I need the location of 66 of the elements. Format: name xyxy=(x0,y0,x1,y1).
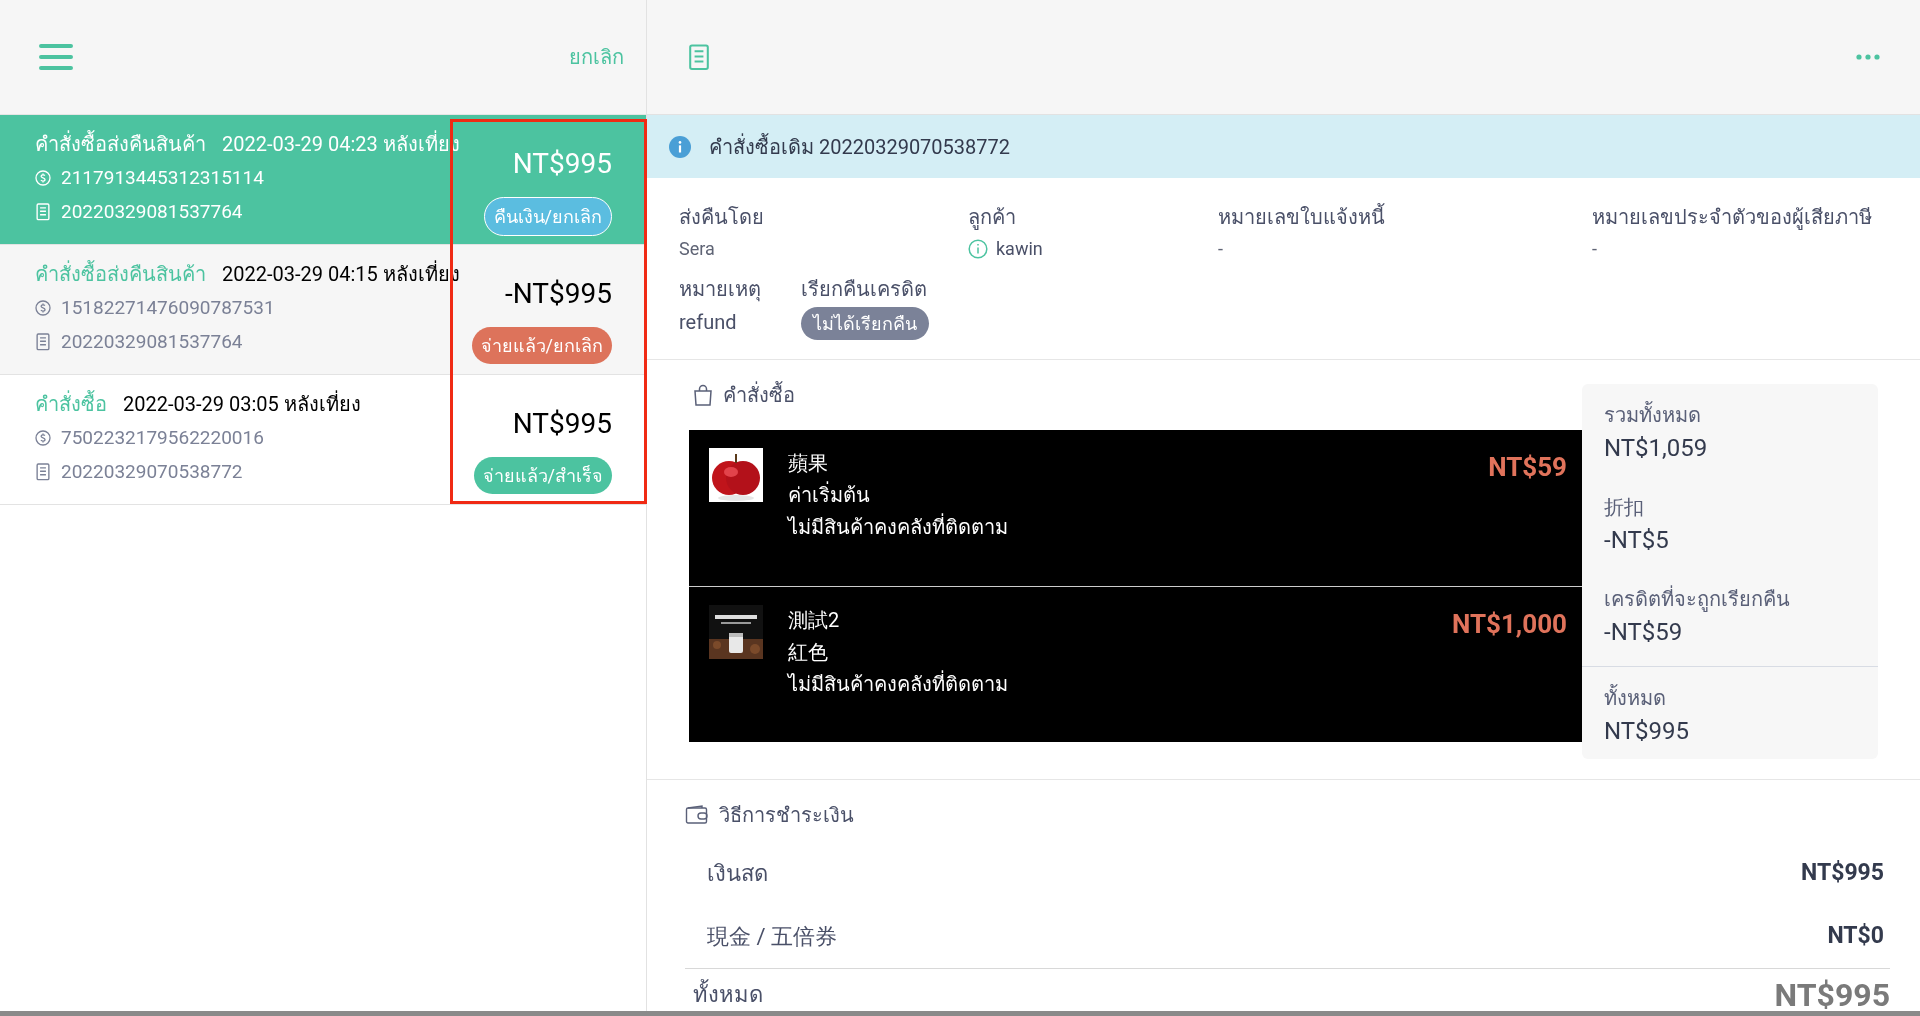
order-type: คำสั่งซื้อส่งคืนสินค้า xyxy=(35,259,206,288)
summary-label: เครดิตที่จะถูกเรียกคืน xyxy=(1604,584,1791,614)
order-datetime: 2022-03-29 03:05 หลังเที่ยง xyxy=(123,389,361,418)
payment-total-amount: NT$995 xyxy=(1774,974,1890,1016)
info-icon xyxy=(968,238,988,259)
wallet-icon xyxy=(685,805,709,825)
order-amount: NT$995 xyxy=(512,146,612,182)
summary-value: NT$1,059 xyxy=(1604,433,1709,464)
stock-note: ไม่มีสินค้าคงคลังที่ติดตาม xyxy=(788,512,1009,541)
field-value: - xyxy=(1592,237,1598,261)
shopping-bag-icon xyxy=(693,384,713,406)
payment-id: 2117913445312315114 xyxy=(61,165,264,191)
status-badge: คืนเงิน/ยกเลิก xyxy=(483,197,612,236)
field-label: หมายเลขประจำตัวของผู้เสียภาษี xyxy=(1592,204,1873,232)
payment-amount: NT$0 xyxy=(1827,921,1884,952)
item-name: 蘋果 xyxy=(788,450,829,477)
field-value: refund xyxy=(679,309,738,336)
item-variant: ค่าเริ่มต้น xyxy=(788,480,871,509)
status-badge: จ่ายแล้ว/ยกเลิก xyxy=(471,327,612,364)
credit-status-badge: ไม่ได้เรียกคืน xyxy=(801,307,929,340)
order-type: คำสั่งซื้อ xyxy=(35,389,107,418)
more-icon[interactable] xyxy=(1856,54,1880,60)
receipt-icon xyxy=(35,202,51,221)
field-label: ส่งคืนโดย xyxy=(679,204,765,231)
payment-id: 15182271476090787531 xyxy=(61,295,275,321)
order-amount: -NT$995 xyxy=(505,276,612,312)
original-order-text: คำสั่งซื้อเดิม 20220329070538772 xyxy=(709,132,1011,161)
summary-label: รวมทั้งหมด xyxy=(1604,400,1702,429)
item-price: NT$59 xyxy=(1488,451,1567,484)
dollar-coin-icon xyxy=(35,430,51,447)
order-number: 20220329081537764 xyxy=(61,328,243,355)
menu-icon[interactable] xyxy=(38,42,74,72)
payment-method: เงินสด xyxy=(707,860,768,888)
payment-total-label: ทั้งหมด xyxy=(693,978,763,1011)
item-name: 測試2 xyxy=(788,607,841,634)
section-title: วิธีการชำระเงิน xyxy=(719,802,854,829)
summary-value: -NT$59 xyxy=(1604,617,1684,648)
payment-amount: NT$995 xyxy=(1801,858,1884,889)
section-title: คำสั่งซื้อ xyxy=(723,380,795,409)
field-label: หมายเหตุ xyxy=(679,276,762,304)
payment-method: 現金 / 五倍券 xyxy=(707,923,837,951)
summary-label: 折扣 xyxy=(1604,494,1645,521)
order-number: 20220329070538772 xyxy=(61,458,243,485)
summary-value: -NT$5 xyxy=(1604,525,1670,556)
receipt-icon xyxy=(687,43,711,71)
dollar-coin-icon xyxy=(35,300,51,317)
item-price: NT$1,000 xyxy=(1451,608,1567,641)
payment-id: 7502232179562220016 xyxy=(61,425,264,451)
order-amount: NT$995 xyxy=(512,406,612,442)
field-label: ลูกค้า xyxy=(968,204,1017,232)
dollar-coin-icon xyxy=(35,170,51,187)
item-variant: 紅色 xyxy=(788,639,829,666)
info-icon xyxy=(669,135,691,158)
field-value: - xyxy=(1218,237,1224,261)
order-number: 20220329081537764 xyxy=(61,198,243,225)
status-badge: จ่ายแล้ว/สำเร็จ xyxy=(473,457,612,494)
customer-link[interactable]: kawin xyxy=(996,235,1043,262)
receipt-icon xyxy=(35,332,51,351)
order-type: คำสั่งซื้อส่งคืนสินค้า xyxy=(35,129,206,158)
summary-value: NT$995 xyxy=(1604,716,1691,747)
field-label: เรียกคืนเครดิต xyxy=(801,276,928,303)
field-label: หมายเลขใบแจ้งหนี้ xyxy=(1218,202,1386,231)
summary-label: ทั้งหมด xyxy=(1604,683,1667,712)
stock-note: ไม่มีสินค้าคงคลังที่ติดตาม xyxy=(788,669,1009,698)
field-value: Sera xyxy=(679,237,716,261)
receipt-icon xyxy=(35,462,51,481)
